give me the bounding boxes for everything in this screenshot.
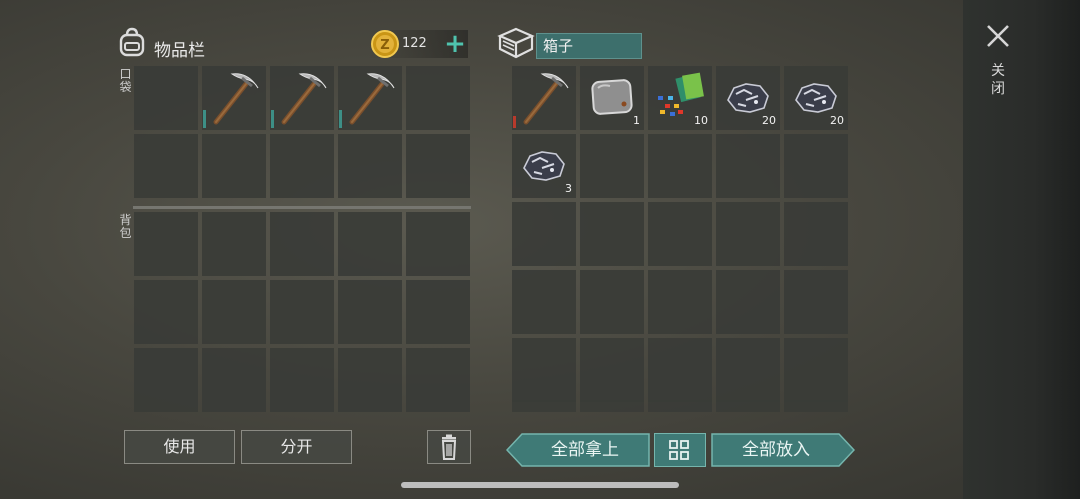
- svg-text:Z: Z: [380, 38, 389, 53]
- section-divider: [133, 206, 471, 209]
- container-name-field[interactable]: 箱子: [536, 33, 642, 59]
- inventory-slot-pickaxe[interactable]: [338, 66, 402, 130]
- empty-slot[interactable]: [134, 280, 198, 344]
- container-grid-more-rows[interactable]: [512, 400, 848, 412]
- empty-slot[interactable]: [406, 348, 470, 412]
- sort-button[interactable]: [654, 433, 706, 467]
- empty-slot[interactable]: [134, 212, 198, 276]
- empty-slot[interactable]: [270, 348, 334, 412]
- empty-slot[interactable]: [134, 348, 198, 412]
- empty-slot[interactable]: [784, 134, 848, 198]
- durability-bar: [513, 116, 516, 128]
- container-grid: 1 10 20 20 3: [512, 66, 848, 402]
- add-coins-button[interactable]: +: [443, 30, 467, 58]
- empty-slot[interactable]: [134, 134, 198, 198]
- trash-button[interactable]: [427, 430, 471, 464]
- inventory-slot-ore[interactable]: 20: [716, 66, 780, 130]
- empty-slot[interactable]: [716, 270, 780, 334]
- side-panel: [963, 0, 1080, 499]
- empty-slot[interactable]: [270, 212, 334, 276]
- empty-slot[interactable]: [338, 348, 402, 412]
- pickaxe-icon: [213, 73, 259, 125]
- pocket-label: 口袋: [119, 67, 132, 94]
- empty-slot[interactable]: [202, 134, 266, 198]
- item-quantity: 1: [633, 114, 640, 127]
- empty-slot[interactable]: [512, 338, 576, 402]
- item-quantity: 20: [830, 114, 844, 127]
- empty-slot[interactable]: [270, 134, 334, 198]
- inventory-slot-pickaxe[interactable]: [202, 66, 266, 130]
- empty-slot[interactable]: [716, 134, 780, 198]
- empty-slot[interactable]: [338, 280, 402, 344]
- empty-slot[interactable]: [716, 202, 780, 266]
- inventory-slot-ore[interactable]: 3: [512, 134, 576, 198]
- empty-slot[interactable]: [580, 338, 644, 402]
- durability-bar: [203, 110, 206, 128]
- empty-slot[interactable]: [648, 202, 712, 266]
- empty-slot[interactable]: [338, 134, 402, 198]
- empty-slot[interactable]: [580, 270, 644, 334]
- inventory-title: 物品栏: [154, 41, 205, 61]
- backpack-icon: [119, 27, 145, 57]
- item-quantity: 3: [565, 182, 572, 195]
- empty-slot[interactable]: [784, 202, 848, 266]
- empty-slot[interactable]: [406, 280, 470, 344]
- put-all-button[interactable]: 全部放入: [711, 433, 841, 467]
- empty-slot[interactable]: [134, 66, 198, 130]
- coin-count: 122: [402, 36, 427, 51]
- backpack-grid: [134, 212, 470, 412]
- pocket-grid: [134, 66, 470, 198]
- use-button[interactable]: 使用: [124, 430, 235, 464]
- empty-slot[interactable]: [512, 202, 576, 266]
- inventory-slot-pickaxe[interactable]: [512, 66, 576, 130]
- split-button[interactable]: 分开: [241, 430, 352, 464]
- trash-icon: [441, 434, 457, 460]
- empty-slot[interactable]: [202, 348, 266, 412]
- empty-slot[interactable]: [338, 212, 402, 276]
- box-icon: [497, 27, 535, 59]
- home-indicator: [401, 482, 679, 488]
- inventory-slot-parts-pack[interactable]: 10: [648, 66, 712, 130]
- pickaxe-icon: [281, 73, 327, 125]
- inventory-slot-metal-plate[interactable]: 1: [580, 66, 644, 130]
- item-quantity: 10: [694, 114, 708, 127]
- empty-slot[interactable]: [648, 134, 712, 198]
- empty-slot[interactable]: [784, 338, 848, 402]
- empty-slot[interactable]: [202, 280, 266, 344]
- pickaxe-icon: [349, 73, 395, 125]
- empty-slot[interactable]: [202, 212, 266, 276]
- pickaxe-icon: [523, 73, 569, 125]
- item-quantity: 20: [762, 114, 776, 127]
- sort-grid-icon: [669, 440, 689, 460]
- close-label[interactable]: 关闭: [990, 62, 1006, 98]
- empty-slot[interactable]: [406, 134, 470, 198]
- take-all-button[interactable]: 全部拿上: [520, 433, 650, 467]
- empty-slot[interactable]: [406, 212, 470, 276]
- inventory-slot-pickaxe[interactable]: [270, 66, 334, 130]
- empty-slot[interactable]: [580, 202, 644, 266]
- empty-slot[interactable]: [648, 270, 712, 334]
- inventory-slot-ore[interactable]: 20: [784, 66, 848, 130]
- close-icon[interactable]: [985, 22, 1011, 50]
- durability-bar: [339, 110, 342, 128]
- empty-slot[interactable]: [716, 338, 780, 402]
- empty-slot[interactable]: [270, 280, 334, 344]
- empty-slot[interactable]: [648, 338, 712, 402]
- durability-bar: [271, 110, 274, 128]
- coin-icon: Z: [371, 30, 399, 58]
- empty-slot[interactable]: [580, 134, 644, 198]
- empty-slot[interactable]: [406, 66, 470, 130]
- backpack-label: 背包: [119, 213, 132, 240]
- empty-slot[interactable]: [512, 270, 576, 334]
- empty-slot[interactable]: [784, 270, 848, 334]
